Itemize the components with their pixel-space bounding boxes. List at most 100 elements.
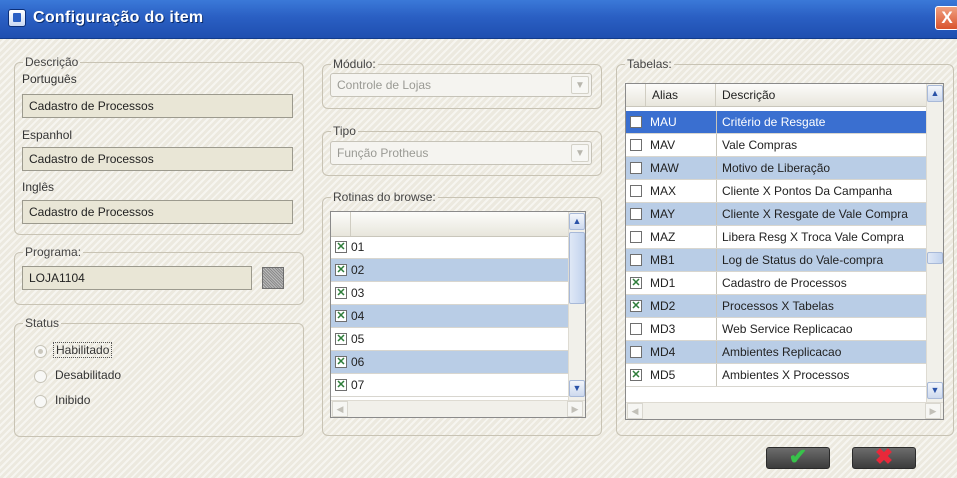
tabelas-header-alias[interactable]: Alias — [646, 84, 716, 106]
tabela-row[interactable]: MAV Vale Compras — [626, 134, 926, 157]
portugues-label: Português — [22, 72, 77, 86]
checkbox-checked-icon[interactable]: ✕ — [335, 356, 347, 368]
ingles-field[interactable]: Cadastro de Processos — [22, 200, 293, 224]
rotinas-vscroll[interactable]: ▲ ▼ — [568, 212, 585, 400]
title-bar[interactable]: Configuração do item X — [0, 0, 957, 39]
espanhol-field[interactable]: Cadastro de Processos — [22, 147, 293, 171]
tabela-row[interactable]: MD4 Ambientes Replicacao — [626, 341, 926, 364]
column-divider — [716, 180, 717, 202]
tabela-descricao: Vale Compras — [722, 138, 798, 152]
tabela-alias: MAZ — [650, 230, 676, 244]
checkbox-checked-icon[interactable]: ✕ — [630, 300, 642, 312]
tabela-descricao: Ambientes X Processos — [722, 368, 850, 382]
scroll-right-icon[interactable]: ▶ — [925, 403, 941, 419]
chevron-down-icon[interactable]: ▼ — [571, 144, 589, 162]
checkbox-checked-icon[interactable]: ✕ — [335, 333, 347, 345]
rotina-row[interactable]: ✕ 05 — [331, 328, 568, 351]
tabela-row[interactable]: MAZ Libera Resg X Troca Vale Compra — [626, 226, 926, 249]
tipo-select[interactable]: Função Protheus ▼ — [330, 141, 592, 165]
rotina-row[interactable]: ✕ 02 — [331, 259, 568, 282]
chevron-down-icon[interactable]: ▼ — [571, 76, 589, 94]
scroll-left-icon[interactable]: ◀ — [332, 401, 348, 417]
column-divider — [716, 249, 717, 271]
tabela-descricao: Cadastro de Processos — [722, 276, 847, 290]
tabela-row[interactable]: MAU Critério de Resgate — [626, 111, 926, 134]
rotina-row[interactable]: ✕ 04 — [331, 305, 568, 328]
column-divider — [716, 341, 717, 363]
radio-label-inibido: Inibido — [55, 393, 91, 407]
tabelas-vscroll[interactable]: ▲ ▼ — [926, 84, 943, 402]
checkbox-icon[interactable] — [630, 323, 642, 335]
tabelas-hscroll[interactable]: ◀ ▶ — [626, 402, 943, 419]
rotina-row[interactable]: ✕ 06 — [331, 351, 568, 374]
tabelas-legend: Tabelas: — [627, 57, 672, 71]
radio-inibido[interactable] — [34, 395, 47, 408]
checkbox-checked-icon[interactable]: ✕ — [630, 369, 642, 381]
checkbox-checked-icon[interactable]: ✕ — [335, 264, 347, 276]
checkbox-checked-icon[interactable]: ✕ — [335, 379, 347, 391]
tabela-descricao: Cliente X Pontos Da Campanha — [722, 184, 893, 198]
tabela-descricao: Motivo de Liberação — [722, 161, 831, 175]
scroll-left-icon[interactable]: ◀ — [627, 403, 643, 419]
tabela-row[interactable]: MAY Cliente X Resgate de Vale Compra — [626, 203, 926, 226]
checkbox-checked-icon[interactable]: ✕ — [335, 287, 347, 299]
rotinas-hscroll[interactable]: ◀ ▶ — [331, 400, 585, 417]
checkbox-icon[interactable] — [630, 254, 642, 266]
checkbox-icon[interactable] — [630, 231, 642, 243]
column-divider — [716, 157, 717, 179]
tabelas-header-descricao[interactable]: Descrição — [716, 84, 927, 106]
programa-field[interactable]: LOJA1104 — [22, 266, 252, 290]
radio-habilitado[interactable] — [34, 345, 47, 358]
tabela-row[interactable]: MB1 Log de Status do Vale-compra — [626, 249, 926, 272]
lookup-icon[interactable] — [262, 267, 284, 289]
checkbox-checked-icon[interactable]: ✕ — [335, 310, 347, 322]
tabela-row[interactable]: ✕ MD1 Cadastro de Processos — [626, 272, 926, 295]
rotinas-grid[interactable]: ✕ 01 ✕ 02 ✕ 03 ✕ 04 ✕ 05 ✕ 06 ✕ 07 ▲ ▼ ◀ ▶ — [330, 211, 586, 418]
tabela-row[interactable]: ✕ MD2 Processos X Tabelas — [626, 295, 926, 318]
checkbox-icon[interactable] — [630, 185, 642, 197]
cancel-button[interactable]: ✖ — [852, 446, 916, 469]
confirm-button[interactable]: ✔ — [766, 446, 830, 469]
tabelas-grid[interactable]: Alias Descrição MAU Critério de Resgate MA… — [625, 83, 944, 420]
radio-label-habilitado: Habilitado — [53, 342, 113, 358]
ingles-label: Inglês — [22, 180, 55, 194]
tabela-descricao: Cliente X Resgate de Vale Compra — [722, 207, 908, 221]
checkbox-checked-icon[interactable]: ✕ — [335, 241, 347, 253]
rotina-code: 06 — [351, 355, 365, 369]
tabela-descricao: Ambientes Replicacao — [722, 345, 842, 359]
column-divider — [716, 318, 717, 340]
checkbox-icon[interactable] — [630, 208, 642, 220]
scroll-up-icon[interactable]: ▲ — [569, 213, 585, 230]
close-button[interactable]: X — [935, 6, 957, 30]
tabela-row[interactable]: MAX Cliente X Pontos Da Campanha — [626, 180, 926, 203]
rotina-row[interactable]: ✕ 07 — [331, 374, 568, 397]
checkbox-icon[interactable] — [630, 116, 642, 128]
checkbox-checked-icon[interactable]: ✕ — [630, 277, 642, 289]
scroll-down-icon[interactable]: ▼ — [927, 382, 943, 399]
tabela-row[interactable]: MD3 Web Service Replicacao — [626, 318, 926, 341]
modulo-select[interactable]: Controle de Lojas ▼ — [330, 73, 592, 97]
radio-desabilitado[interactable] — [34, 370, 47, 383]
scroll-up-icon[interactable]: ▲ — [927, 85, 943, 102]
window-title: Configuração do item — [33, 9, 204, 26]
scroll-thumb[interactable] — [927, 252, 943, 264]
status-legend: Status — [25, 316, 60, 330]
checkbox-icon[interactable] — [630, 346, 642, 358]
scroll-thumb[interactable] — [569, 232, 585, 304]
column-divider — [716, 364, 717, 386]
modulo-legend: Módulo: — [333, 57, 376, 71]
checkbox-icon[interactable] — [630, 162, 642, 174]
portugues-field[interactable]: Cadastro de Processos — [22, 94, 293, 118]
scroll-down-icon[interactable]: ▼ — [569, 380, 585, 397]
rotina-row[interactable]: ✕ 01 — [331, 236, 568, 259]
tabela-row[interactable]: ✕ MD5 Ambientes X Processos — [626, 364, 926, 387]
column-divider — [716, 295, 717, 317]
descricao-legend: Descrição — [25, 55, 79, 69]
scroll-right-icon[interactable]: ▶ — [567, 401, 583, 417]
rotina-code: 03 — [351, 286, 365, 300]
tabela-row[interactable]: MAW Motivo de Liberação — [626, 157, 926, 180]
rotina-row[interactable]: ✕ 03 — [331, 282, 568, 305]
rotina-code: 04 — [351, 309, 365, 323]
checkbox-icon[interactable] — [630, 139, 642, 151]
programa-legend: Programa: — [25, 245, 82, 259]
